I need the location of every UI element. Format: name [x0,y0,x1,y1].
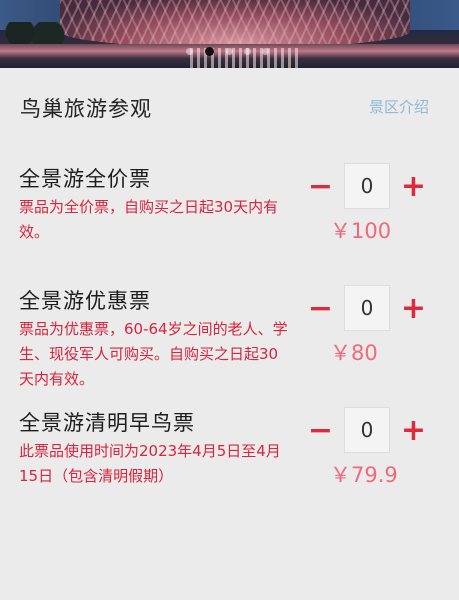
carousel-indicator [0,47,459,58]
minus-button[interactable]: − [297,285,344,331]
quantity-stepper: − 0 + [297,163,440,209]
quantity-stepper: − 0 + [297,407,440,453]
plus-button[interactable]: + [390,163,437,209]
birds-nest-stadium-image [60,0,410,48]
plus-button[interactable]: + [390,407,437,453]
ticket-description: 票品为优惠票，60-64岁之间的老人、学生、现役军人可购买。自购买之日起30天内… [19,320,288,388]
quantity-value[interactable]: 0 [344,285,390,331]
banner-image[interactable] [0,0,459,68]
minus-button[interactable]: − [297,407,344,453]
ticket-name: 全景游全价票 [19,167,151,191]
ticket-description: 票品为全价票，自购买之日起30天内有效。 [19,198,279,241]
carousel-dot[interactable] [262,48,269,55]
minus-button[interactable]: − [297,163,344,209]
ticket-description: 此票品使用时间为2023年4月5日至4月15日（包含清明假期） [19,442,281,485]
carousel-dot[interactable] [186,48,193,55]
carousel-dot[interactable] [226,48,233,55]
quantity-stepper: − 0 + [297,285,440,331]
carousel-dot[interactable] [244,48,251,55]
ticket-price: ￥79.9 [330,463,398,487]
ticket-name: 全景游优惠票 [19,289,151,313]
carousel-dot-active[interactable] [205,47,214,56]
plus-button[interactable]: + [390,285,437,331]
quantity-value[interactable]: 0 [344,407,390,453]
page-title: 鸟巢旅游参观 [20,97,152,121]
ticket-price: ￥100 [330,219,392,243]
ticket-name: 全景游清明早鸟票 [19,411,195,435]
quantity-value[interactable]: 0 [344,163,390,209]
ticket-price: ￥80 [330,341,378,365]
scenic-intro-link[interactable]: 景区介绍 [369,96,429,117]
